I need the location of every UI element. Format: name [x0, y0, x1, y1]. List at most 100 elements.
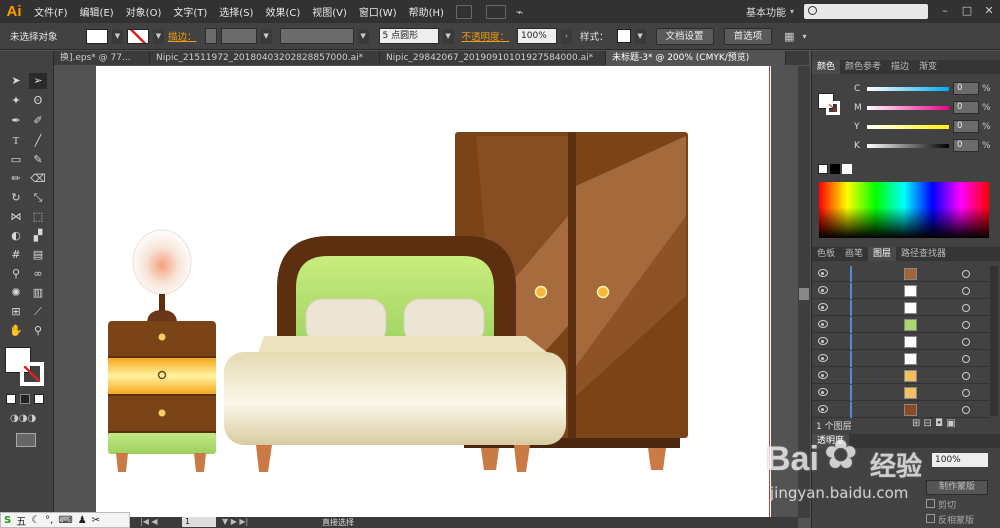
bridge-icon[interactable]: [455, 4, 472, 19]
panel-stroke-box[interactable]: [826, 101, 840, 115]
arrange-documents-icon[interactable]: [485, 4, 506, 19]
chevron-down-icon[interactable]: ▾: [802, 32, 806, 41]
tab-color-guide[interactable]: 颜色参考: [840, 60, 886, 74]
user-icon[interactable]: ♟: [78, 515, 87, 526]
target-icon[interactable]: [962, 321, 970, 329]
arrange-icon[interactable]: ▦: [784, 30, 794, 43]
layer-row[interactable]: [812, 283, 990, 299]
tab-gradient[interactable]: 渐变: [914, 60, 942, 74]
tab-brushes[interactable]: 画笔: [840, 247, 868, 261]
rotate-tool-icon[interactable]: ↻: [7, 190, 25, 206]
perspective-grid-icon[interactable]: ▞: [29, 228, 47, 244]
layer-row[interactable]: [812, 368, 990, 384]
page-number-input[interactable]: 1: [182, 517, 216, 527]
target-icon[interactable]: [962, 389, 970, 397]
ime-toolbar[interactable]: S 五 ☾ °, ⌨ ♟ ✂: [0, 512, 130, 528]
column-graph-icon[interactable]: ▥: [29, 285, 47, 301]
target-icon[interactable]: [962, 406, 970, 414]
channel-k-slider[interactable]: [867, 144, 949, 148]
gradient-tool-icon[interactable]: ▤: [29, 247, 47, 263]
eye-icon[interactable]: [818, 388, 828, 396]
symbol-sprayer-icon[interactable]: ✺: [7, 285, 25, 301]
eye-icon[interactable]: [818, 405, 828, 413]
tab-document-2[interactable]: Nipic_21511972_20180403202828857000.ai*: [150, 51, 380, 65]
workspace-switcher[interactable]: 基本功能: [746, 4, 790, 19]
menu-view[interactable]: 视图(V): [306, 4, 353, 19]
none-mode-icon[interactable]: [34, 394, 44, 404]
tab-document-active[interactable]: 未标题-3* @ 200% (CMYK/预览): [606, 51, 786, 65]
gradient-mode-icon[interactable]: [20, 394, 30, 404]
opacity-input[interactable]: 100%: [517, 28, 558, 44]
eye-icon[interactable]: [818, 337, 828, 345]
stroke-color-box[interactable]: [20, 362, 44, 386]
menu-file[interactable]: 文件(F): [28, 4, 74, 19]
variable-width-select[interactable]: [279, 28, 354, 44]
artboard-tool-icon[interactable]: ⊞: [7, 304, 25, 320]
layer-row[interactable]: [812, 385, 990, 401]
invert-mask-checkbox[interactable]: [926, 514, 935, 523]
tab-swatches[interactable]: 色板: [812, 247, 840, 261]
color-spectrum[interactable]: [819, 182, 989, 238]
opacity-label[interactable]: 不透明度：: [462, 29, 510, 43]
chevron-down-icon[interactable]: ▼: [260, 28, 272, 44]
tab-layers[interactable]: 图层: [868, 247, 897, 261]
eye-icon[interactable]: [818, 371, 828, 379]
first-page-icon[interactable]: |◀ ◀: [140, 517, 158, 526]
channel-m-input[interactable]: 0: [953, 101, 979, 114]
none-swatch[interactable]: [818, 164, 828, 174]
menu-select[interactable]: 选择(S): [213, 4, 259, 19]
document-setup-button[interactable]: 文档设置: [655, 27, 714, 45]
paintbrush-icon[interactable]: ✎: [29, 152, 47, 168]
eye-icon[interactable]: [818, 269, 828, 277]
eye-icon[interactable]: [818, 354, 828, 362]
chevron-down-icon[interactable]: ▼: [357, 28, 369, 44]
minimize-icon[interactable]: –: [934, 0, 956, 23]
chevron-down-icon[interactable]: ▾: [790, 7, 794, 16]
screen-mode-icon[interactable]: [16, 433, 36, 447]
layer-row[interactable]: [812, 317, 990, 333]
chevron-down-icon[interactable]: ▼: [112, 28, 123, 44]
channel-c-input[interactable]: 0: [953, 82, 979, 95]
hand-tool-icon[interactable]: ✋: [7, 323, 25, 339]
magic-wand-icon[interactable]: ✦: [7, 93, 25, 109]
rectangle-tool-icon[interactable]: ▭: [7, 152, 25, 168]
eye-icon[interactable]: [818, 320, 828, 328]
chevron-right-icon[interactable]: ›: [561, 28, 573, 44]
tab-pathfinder[interactable]: 路径查找器: [896, 247, 951, 261]
channel-m-slider[interactable]: [867, 106, 949, 110]
target-icon[interactable]: [962, 355, 970, 363]
maximize-icon[interactable]: □: [956, 0, 978, 23]
tab-document-3[interactable]: Nipic_29842067_20190910101927584000.ai*: [380, 51, 606, 65]
style-swatch[interactable]: [616, 29, 631, 43]
white-swatch[interactable]: [842, 164, 852, 174]
shape-builder-icon[interactable]: ◐: [7, 228, 25, 244]
sync-icon[interactable]: ⌁: [516, 5, 523, 19]
type-tool-icon[interactable]: T: [7, 133, 25, 149]
stroke-weight-input[interactable]: [220, 28, 257, 44]
menu-edit[interactable]: 编辑(E): [74, 4, 120, 19]
target-icon[interactable]: [962, 372, 970, 380]
layer-row[interactable]: [812, 334, 990, 350]
close-icon[interactable]: ✕: [978, 0, 1000, 23]
layer-row[interactable]: [812, 351, 990, 367]
eraser-icon[interactable]: ⌫: [29, 171, 47, 187]
eye-icon[interactable]: [818, 286, 828, 294]
black-swatch[interactable]: [830, 164, 840, 174]
stroke-swatch[interactable]: [127, 28, 149, 44]
tools-icon[interactable]: ✂: [92, 515, 100, 526]
target-icon[interactable]: [962, 270, 970, 278]
mesh-tool-icon[interactable]: #: [7, 247, 25, 263]
layer-row[interactable]: [812, 266, 990, 282]
eyedropper-icon[interactable]: ⚲: [7, 266, 25, 282]
slice-tool-icon[interactable]: ⟋: [29, 304, 47, 320]
free-transform-icon[interactable]: ⬚: [29, 209, 47, 225]
next-page-icon[interactable]: ▼ ▶ ▶|: [222, 517, 248, 526]
nightstand[interactable]: [108, 229, 216, 472]
target-icon[interactable]: [962, 338, 970, 346]
layer-row[interactable]: [812, 300, 990, 316]
channel-c-slider[interactable]: [867, 87, 949, 91]
tab-stroke[interactable]: 描边: [886, 60, 914, 74]
chevron-down-icon[interactable]: ▼: [442, 28, 454, 44]
width-tool-icon[interactable]: ⋈: [7, 209, 25, 225]
punctuation-icon[interactable]: °,: [45, 515, 53, 526]
